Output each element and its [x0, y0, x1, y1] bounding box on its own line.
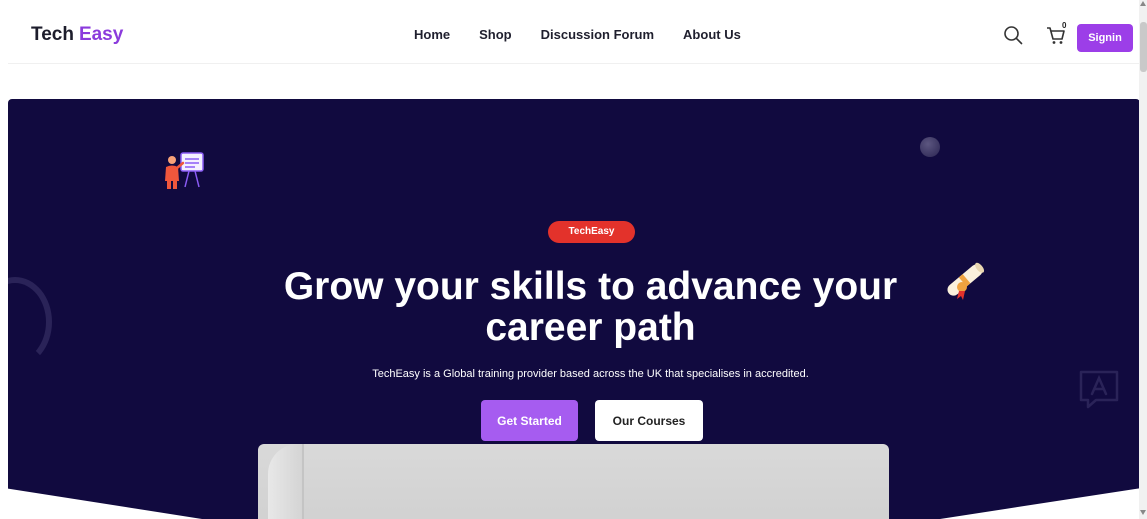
our-courses-button[interactable]: Our Courses: [595, 400, 703, 441]
nav-home[interactable]: Home: [414, 27, 450, 42]
hero-bottom-left-shape: [8, 487, 253, 519]
scroll-up-arrow-icon[interactable]: [1140, 1, 1146, 6]
cart-count-badge: 0: [1062, 21, 1067, 30]
search-icon[interactable]: [1003, 25, 1023, 45]
site-header: Tech Easy Home Shop Discussion Forum Abou…: [8, 6, 1140, 64]
diploma-icon: [947, 262, 985, 300]
logo-text-easy: Easy: [78, 24, 124, 45]
hero-video-preview[interactable]: [258, 444, 889, 519]
hero-title: Grow your skills to advance your career …: [283, 265, 898, 349]
logo[interactable]: Tech Easy: [31, 24, 123, 46]
language-a-icon: [1079, 370, 1119, 409]
main-nav: Home Shop Discussion Forum About Us: [414, 27, 770, 42]
page-scrollbar[interactable]: [1139, 0, 1147, 519]
arc-decoration: [8, 277, 52, 367]
hero-section: TechEasy Grow your skills to advance you…: [8, 99, 1140, 519]
logo-text-tech: Tech: [31, 24, 74, 45]
scroll-thumb[interactable]: [1140, 22, 1147, 72]
get-started-button[interactable]: Get Started: [481, 400, 578, 441]
brand-badge: TechEasy: [548, 221, 635, 243]
orb-decoration: [920, 137, 940, 157]
hero-bottom-right-shape: [888, 487, 1140, 519]
video-preview-wall: [268, 444, 304, 519]
page: Tech Easy Home Shop Discussion Forum Abou…: [0, 0, 1147, 519]
scroll-down-arrow-icon[interactable]: [1140, 510, 1146, 515]
teacher-icon: [165, 152, 204, 189]
nav-about-us[interactable]: About Us: [683, 27, 741, 42]
hero-subtitle: TechEasy is a Global training provider b…: [372, 368, 809, 380]
nav-shop[interactable]: Shop: [479, 27, 512, 42]
signin-button[interactable]: Signin: [1077, 24, 1133, 52]
nav-discussion-forum[interactable]: Discussion Forum: [541, 27, 654, 42]
